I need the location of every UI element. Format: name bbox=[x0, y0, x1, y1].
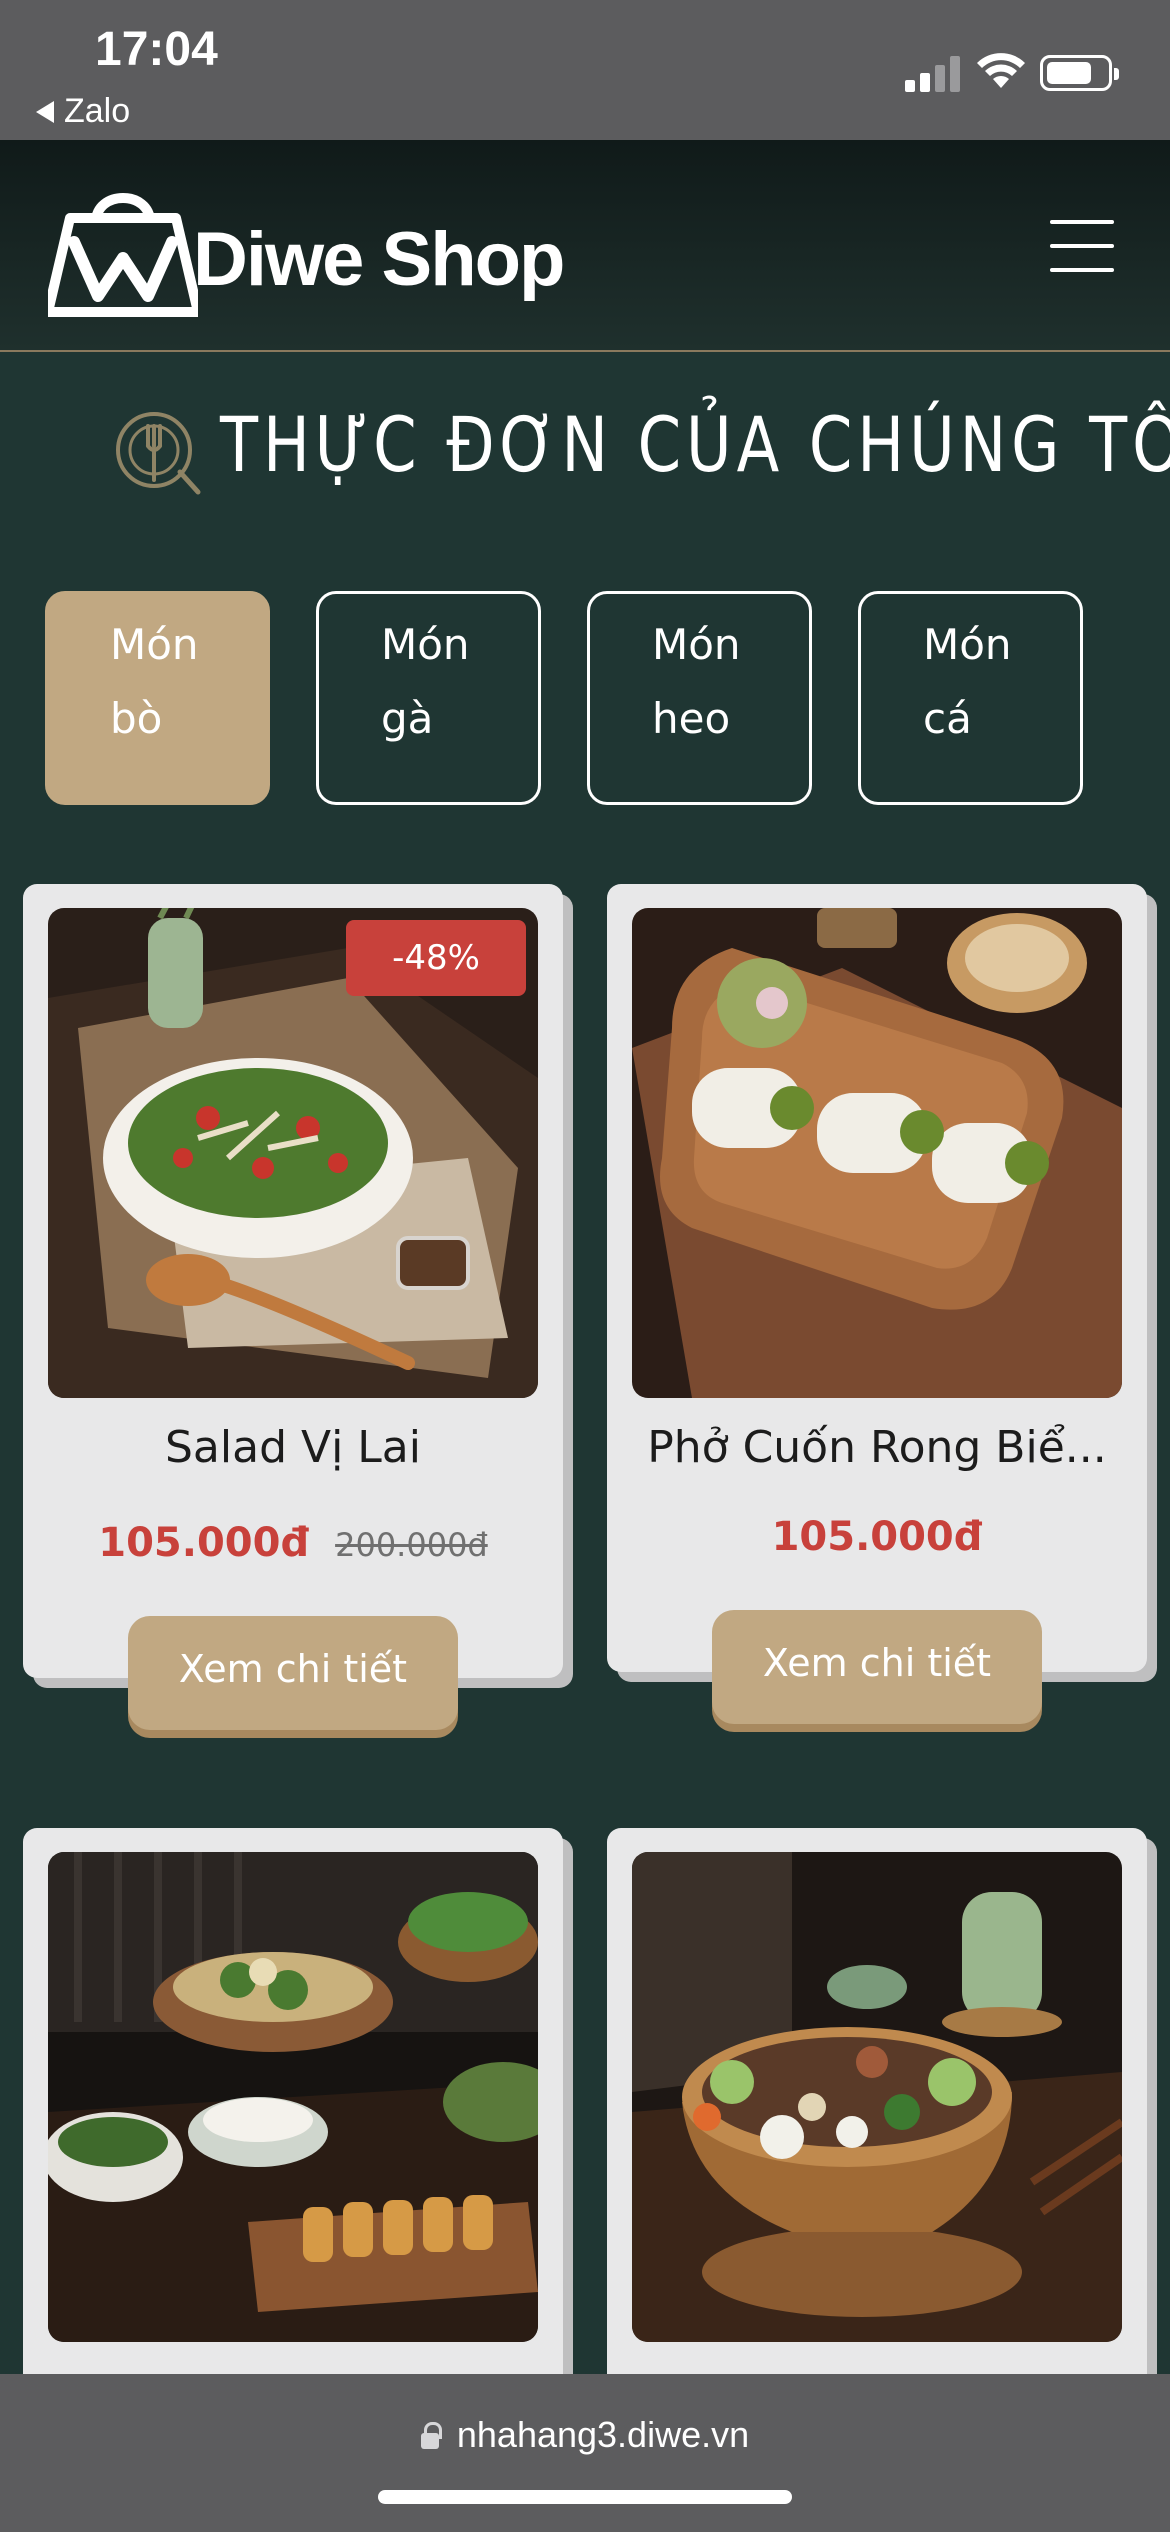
product-image[interactable] bbox=[632, 908, 1122, 1398]
price-row: 105.000đ 200.000đ bbox=[23, 1520, 563, 1566]
tab-label-line1: Món bbox=[110, 620, 199, 669]
home-indicator[interactable] bbox=[378, 2490, 792, 2504]
product-card[interactable]: -48% Salad Vị Lai 105.000đ 200.000đ Xem c… bbox=[23, 884, 563, 1730]
product-card[interactable] bbox=[607, 1828, 1147, 2388]
battery-icon bbox=[1040, 55, 1119, 91]
product-old-price: 200.000đ bbox=[335, 1526, 488, 1564]
mushroom-bowl-photo bbox=[632, 1852, 1122, 2342]
tab-label-line2: bò bbox=[110, 694, 163, 743]
product-image[interactable] bbox=[48, 1852, 538, 2342]
tab-mon-bo[interactable]: Món bò bbox=[45, 591, 270, 805]
back-arrow-icon bbox=[36, 100, 54, 123]
product-price: 105.000đ bbox=[771, 1514, 983, 1560]
view-details-button[interactable]: Xem chi tiết bbox=[128, 1616, 458, 1730]
wifi-icon bbox=[977, 53, 1025, 88]
site-header: Diwe Shop bbox=[0, 140, 1170, 352]
cellular-signal-icon bbox=[905, 56, 963, 92]
section-heading: THỰC ĐƠN CỦA CHÚNG TÔI bbox=[0, 390, 1170, 495]
discount-badge: -48% bbox=[346, 920, 526, 996]
tab-label-line2: cá bbox=[923, 694, 972, 743]
back-app-label: Zalo bbox=[64, 92, 131, 130]
back-to-app-link[interactable]: Zalo bbox=[36, 92, 130, 131]
view-details-button[interactable]: Xem chi tiết bbox=[712, 1610, 1042, 1724]
tab-label-line2: gà bbox=[381, 694, 434, 743]
tab-mon-heo[interactable]: Món heo bbox=[587, 591, 812, 805]
tab-label-line2: heo bbox=[652, 694, 731, 743]
status-time: 17:04 bbox=[95, 23, 218, 76]
family-meal-photo bbox=[48, 1852, 538, 2342]
plate-fork-icon bbox=[116, 412, 201, 495]
url-display[interactable]: nhahang3.diwe.vn bbox=[0, 2414, 1170, 2456]
browser-address-bar[interactable]: nhahang3.diwe.vn bbox=[0, 2374, 1170, 2532]
tab-label-line1: Món bbox=[923, 620, 1012, 669]
spring-rolls-photo bbox=[632, 908, 1122, 1398]
tab-mon-ca[interactable]: Món cá bbox=[858, 591, 1083, 805]
brand-name[interactable]: Diwe Shop bbox=[193, 216, 565, 303]
price-row: 105.000đ bbox=[607, 1514, 1147, 1560]
hamburger-menu-icon[interactable] bbox=[1050, 220, 1114, 272]
product-card[interactable] bbox=[23, 1828, 563, 2388]
product-name[interactable]: Salad Vị Lai bbox=[43, 1422, 543, 1473]
product-name[interactable]: Phở Cuốn Rong Biể... bbox=[627, 1422, 1127, 1473]
lock-icon bbox=[420, 2422, 442, 2449]
tab-mon-ga[interactable]: Món gà bbox=[316, 591, 541, 805]
status-bar: 17:04 Zalo bbox=[0, 0, 1170, 140]
tab-label-line1: Món bbox=[381, 620, 470, 669]
product-price: 105.000đ bbox=[98, 1520, 310, 1566]
product-image[interactable]: -48% bbox=[48, 908, 538, 1398]
product-image[interactable] bbox=[632, 1852, 1122, 2342]
section-title: THỰC ĐƠN CỦA CHÚNG TÔI bbox=[220, 400, 1170, 489]
product-card[interactable]: Phở Cuốn Rong Biể... 105.000đ Xem chi ti… bbox=[607, 884, 1147, 1724]
shopping-bag-logo-icon[interactable] bbox=[48, 180, 198, 318]
tab-label-line1: Món bbox=[652, 620, 741, 669]
url-text: nhahang3.diwe.vn bbox=[456, 2414, 750, 2455]
